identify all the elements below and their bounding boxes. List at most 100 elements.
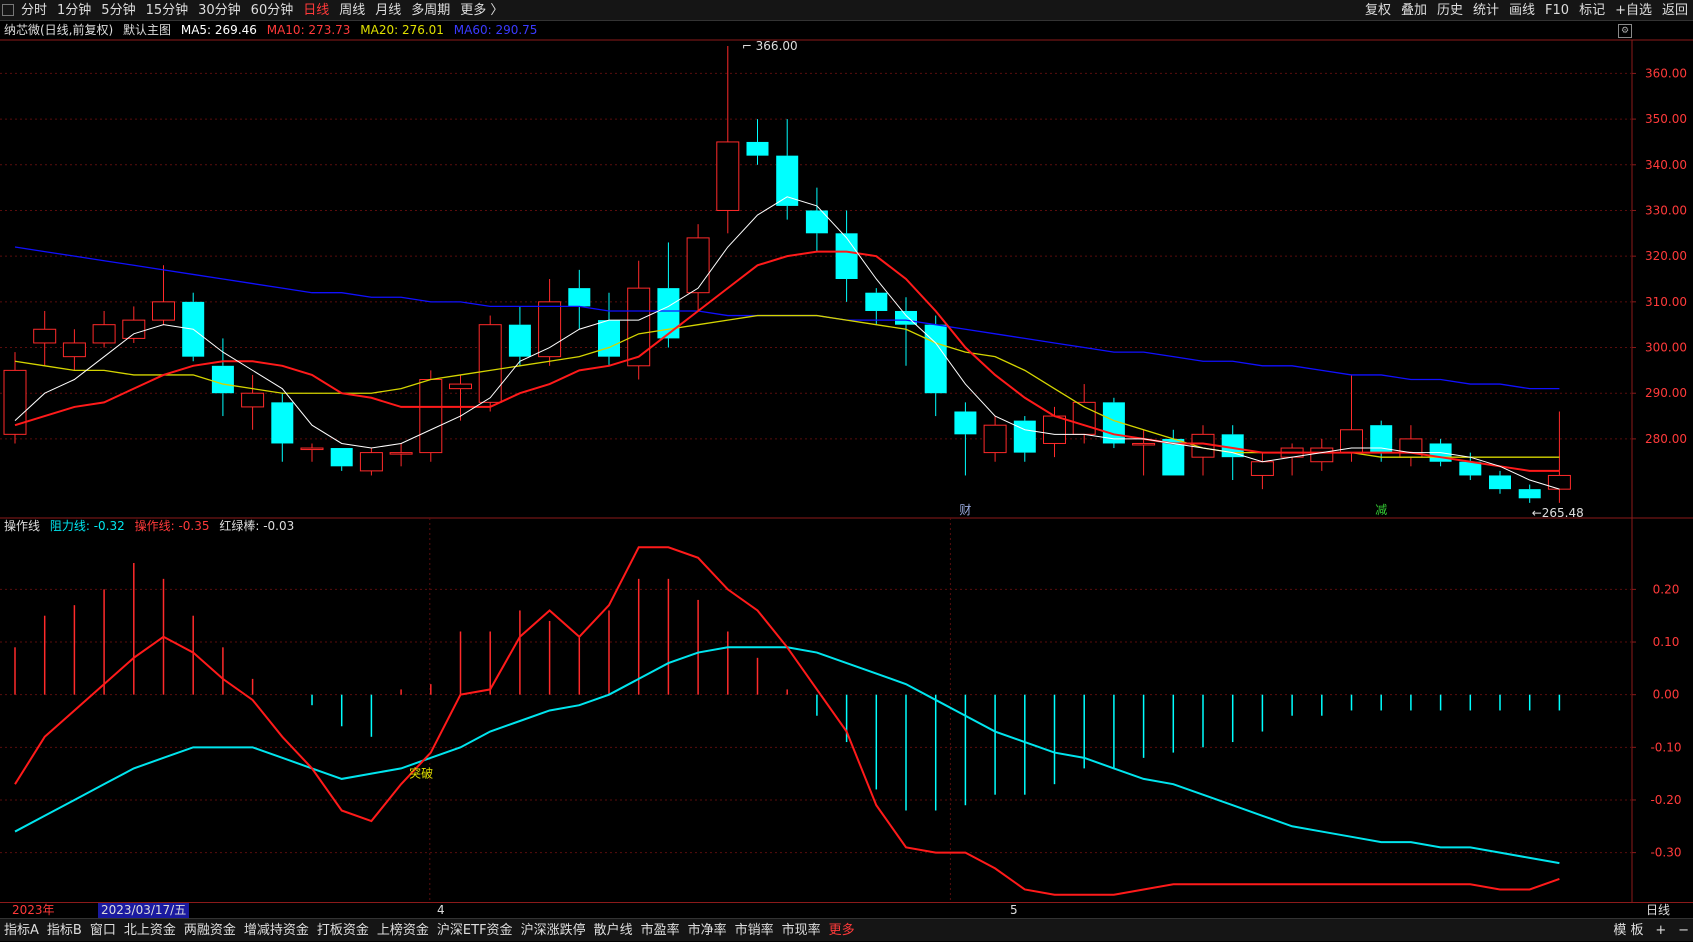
ma20-line [14, 314, 1560, 458]
remove-pane-button[interactable]: − [1678, 923, 1689, 938]
candle-body-up [33, 328, 57, 344]
candle-body-down [835, 233, 858, 279]
period-tab-6[interactable]: 日线 [298, 1, 334, 21]
indicator-tab-0[interactable]: 指标A [0, 920, 43, 942]
period-tab-0[interactable]: 分时 [16, 1, 52, 21]
candle-body-up [241, 392, 265, 408]
price-tick-label: 310.00 [1645, 295, 1687, 309]
add-pane-button[interactable]: + [1655, 923, 1666, 938]
tool-button-3[interactable]: 统计 [1468, 1, 1504, 21]
candle-body-up [300, 447, 324, 451]
high-price-annotation: ⌐ 366.00 [742, 39, 798, 53]
ma60-value: MA60: 290.75 [453, 23, 538, 37]
period-tab-1[interactable]: 1分钟 [52, 1, 96, 21]
window-menu-icon[interactable] [2, 4, 14, 16]
stock-title[interactable]: 纳芯微(日线,前复权) [4, 23, 113, 37]
candle-body-down [271, 402, 294, 444]
candle-body-down [924, 324, 947, 394]
period-tab-7[interactable]: 周线 [334, 1, 370, 21]
period-tab-9[interactable]: 多周期 [406, 1, 455, 21]
low-price-annotation: ←265.48 [1532, 506, 1584, 520]
tab-list: 指标A 指标B 窗口 北上资金 两融资金 增减持资金 打板资金 上榜资金 沪深ETF资金 沪深涨跌… [0, 923, 859, 938]
price-tick-label: 330.00 [1645, 203, 1687, 217]
candle-body-up [1310, 447, 1334, 463]
price-tick-label: 280.00 [1645, 432, 1687, 446]
candle-body-up [983, 424, 1007, 454]
candle-body-down [211, 365, 234, 394]
tool-button-4[interactable]: 画线 [1504, 1, 1540, 21]
tool-button-1[interactable]: 叠加 [1396, 1, 1432, 21]
candle-body-down [746, 141, 769, 156]
tool-button-0[interactable]: 复权 [1360, 1, 1396, 21]
tool-button-2[interactable]: 历史 [1432, 1, 1468, 21]
period-tab-10[interactable]: 更多 〉 [455, 1, 508, 21]
candle-body-down [1221, 434, 1244, 458]
candle-body-up [419, 379, 443, 454]
price-tick-label: 340.00 [1645, 158, 1687, 172]
resistance-value: 阻力线: -0.32 [49, 519, 125, 533]
tool-button-6[interactable]: 标记 [1574, 1, 1610, 21]
indicator-tick-label: -0.30 [1650, 846, 1681, 860]
candle-body-down [508, 324, 531, 357]
event-marker-finance: 财 [959, 503, 971, 517]
indicator-tab-6[interactable]: 打板资金 [313, 920, 373, 942]
indicator-tab-15[interactable]: 更多 [825, 920, 859, 942]
indicator-tab-10[interactable]: 散户线 [590, 920, 637, 942]
tool-button-8[interactable]: 返回 [1657, 1, 1693, 21]
candle-body-down [330, 448, 353, 467]
indicator-tab-12[interactable]: 市净率 [684, 920, 731, 942]
indicator-tab-5[interactable]: 增减持资金 [240, 920, 313, 942]
indicator-title[interactable]: 操作线 [4, 519, 40, 533]
indicator-tab-13[interactable]: 市销率 [731, 920, 778, 942]
tool-button-7[interactable]: +自选 [1610, 1, 1657, 21]
price-tick-label: 360.00 [1645, 66, 1687, 80]
period-label[interactable]: 日线 [1646, 903, 1670, 918]
month-label-may: 5 [1010, 903, 1018, 917]
period-tab-5[interactable]: 60分钟 [246, 1, 299, 21]
indicator-tab-4[interactable]: 两融资金 [180, 920, 240, 942]
indicator-tab-1[interactable]: 指标B [43, 920, 86, 942]
main-panel-legend: 纳芯微(日线,前复权) 默认主图 MA5: 269.46 MA10: 273.7… [4, 21, 543, 39]
kline-chart[interactable]: 280.00 290.00 300.00 310.00 320.00 330.00 340.… [0, 20, 1693, 902]
indicator-tab-2[interactable]: 窗口 [86, 920, 120, 942]
candle-body-up [359, 452, 383, 472]
cursor-date: 2023/03/17/五 [98, 903, 190, 918]
indicator-tick-label: 0.00 [1653, 688, 1680, 702]
candle-body-down [865, 292, 888, 311]
tool-button-5[interactable]: F10 [1540, 1, 1574, 21]
candle-body-up [538, 301, 562, 358]
candle-body-down [954, 411, 977, 435]
indicator-tick-label: -0.10 [1650, 740, 1681, 754]
candle-body-up [152, 301, 175, 321]
price-tick-label: 350.00 [1645, 112, 1687, 126]
period-tab-8[interactable]: 月线 [370, 1, 406, 21]
template-label[interactable]: 默认主图 [123, 23, 171, 37]
template-button[interactable]: 模 板 [1613, 923, 1643, 938]
candle-body-up [716, 141, 740, 211]
indicator-tab-7[interactable]: 上榜资金 [373, 920, 433, 942]
indicator-tab-11[interactable]: 市盈率 [637, 920, 684, 942]
candle-body-down [1518, 489, 1541, 499]
settings-icon[interactable]: ⚙ [1618, 24, 1632, 38]
period-tab-4[interactable]: 30分钟 [193, 1, 246, 21]
period-tab-3[interactable]: 15分钟 [141, 1, 194, 21]
operation-line [14, 546, 1560, 896]
ma60-line [14, 246, 1560, 390]
price-tick-label: 320.00 [1645, 249, 1687, 263]
ma20-value: MA20: 276.01 [360, 23, 444, 37]
indicator-tab-3[interactable]: 北上资金 [120, 920, 180, 942]
candle-body-up [122, 319, 146, 339]
indicator-tab-9[interactable]: 沪深涨跌停 [517, 920, 590, 942]
candle-body-up [92, 324, 116, 344]
tool-menu: 复权 叠加 历史 统计 画线 F10 标记 +自选 返回 [1360, 0, 1693, 20]
indicator-tabs: 指标A 指标B 窗口 北上资金 两融资金 增减持资金 打板资金 上榜资金 沪深ETF资金 沪深涨跌… [0, 918, 1693, 941]
period-tab-2[interactable]: 5分钟 [96, 1, 140, 21]
candle-body-down [776, 155, 799, 206]
candle-body-up [62, 342, 86, 358]
operation-value: 操作线: -0.35 [134, 519, 210, 533]
indicator-tab-14[interactable]: 市现率 [778, 920, 825, 942]
candle-body-down [568, 288, 591, 307]
bar-value: 红绿棒: -0.03 [219, 519, 295, 533]
price-tick-label: 290.00 [1645, 386, 1687, 400]
indicator-tab-8[interactable]: 沪深ETF资金 [433, 920, 517, 942]
